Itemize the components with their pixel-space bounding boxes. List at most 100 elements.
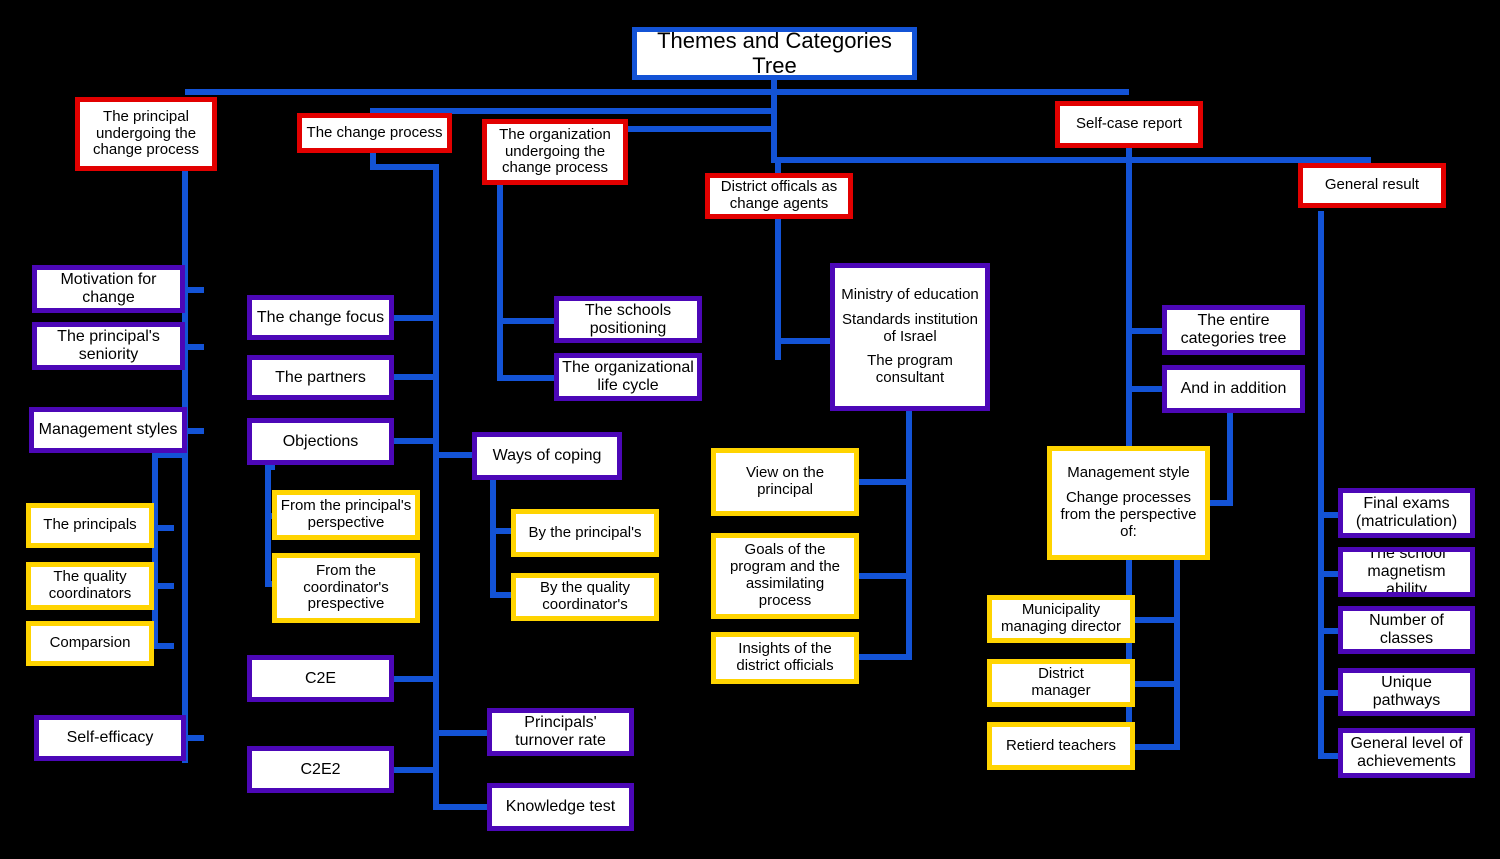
edge-cp-c2e <box>392 676 439 682</box>
number-of-classes-label: Number of classes <box>1369 612 1444 647</box>
theme-district-officials-label: District officals as change agents <box>720 178 838 212</box>
node-management-style-block[interactable]: Management style Change processes from t… <box>1047 446 1210 560</box>
node-general-level-of-achievements[interactable]: General level of achievements <box>1338 728 1475 778</box>
ministry-of-education-label: Ministry of education <box>841 286 979 303</box>
change-processes-perspective-label: Change processes from the perspective of… <box>1060 489 1197 540</box>
edge-objections-trunk <box>265 464 271 587</box>
node-root-title[interactable]: Themes and Categories Tree <box>632 27 917 80</box>
theme-change-process-label: The change process <box>306 123 443 141</box>
node-by-the-quality-coordinators[interactable]: By the quality coordinator's <box>511 573 659 621</box>
node-and-in-addition[interactable]: And in addition <box>1162 365 1305 413</box>
edge-cp-waysofcoping <box>433 452 473 458</box>
principals-seniority-label: The principal's seniority <box>57 328 160 363</box>
node-c2e[interactable]: C2E <box>247 655 394 702</box>
program-consultant-label: The program consultant <box>867 352 953 387</box>
node-theme-change-process[interactable]: The change process <box>297 113 452 153</box>
node-c2e2[interactable]: C2E2 <box>247 746 394 793</box>
from-principals-perspective-label: From the principal's perspective <box>280 497 412 531</box>
retierd-teachers-label: Retierd teachers <box>1005 736 1117 754</box>
node-quality-coordinators[interactable]: The quality coordinators <box>26 562 154 610</box>
node-schools-positioning[interactable]: The schools positioning <box>554 296 702 343</box>
final-exams-label: Final exams (matriculation) <box>1355 495 1458 530</box>
node-comparsion[interactable]: Comparsion <box>26 621 154 666</box>
node-knowledge-test[interactable]: Knowledge test <box>487 783 634 831</box>
node-unique-pathways[interactable]: Unique pathways <box>1338 668 1475 716</box>
theme-self-case-report-label: Self-case report <box>1076 115 1182 133</box>
node-retierd-teachers[interactable]: Retierd teachers <box>987 722 1135 770</box>
ways-of-coping-label: Ways of coping <box>492 447 602 465</box>
unique-pathways-label: Unique pathways <box>1372 674 1441 709</box>
edge-changeprocess-link <box>370 164 439 170</box>
edge-woc-trunk <box>490 528 496 598</box>
node-goals-of-the-program[interactable]: Goals of the program and the assimilatin… <box>711 533 859 619</box>
edge-sc-andinaddition <box>1126 386 1164 392</box>
node-from-principals-perspective[interactable]: From the principal's perspective <box>272 490 420 540</box>
node-insights-of-district-officials[interactable]: Insights of the district officials <box>711 632 859 684</box>
node-view-on-the-principal[interactable]: View on the principal <box>711 448 859 516</box>
edge-bus-district-general <box>771 157 1371 163</box>
node-theme-organization[interactable]: The organization undergoing the change p… <box>482 119 628 185</box>
node-objections[interactable]: Objections <box>247 418 394 465</box>
comparsion-label: Comparsion <box>49 634 131 652</box>
edge-principal-stem <box>182 171 188 763</box>
edge-mgmtstyle-stem <box>1174 560 1180 750</box>
edge-cp-partners <box>392 374 439 380</box>
edge-principal-seniority <box>182 344 204 350</box>
by-the-principals-label: By the principal's <box>528 523 642 541</box>
entire-categories-tree-label: The entire categories tree <box>1180 312 1287 347</box>
node-final-exams[interactable]: Final exams (matriculation) <box>1338 488 1475 538</box>
node-theme-self-case-report[interactable]: Self-case report <box>1055 101 1203 148</box>
node-by-the-principals[interactable]: By the principal's <box>511 509 659 557</box>
node-theme-district-officials[interactable]: District officals as change agents <box>705 173 853 219</box>
district-manager-line1-label: District <box>1038 665 1084 683</box>
edge-ministry-insights <box>858 654 912 660</box>
node-municipality-managing-director[interactable]: Municipality managing director <box>987 595 1135 643</box>
school-magnetism-ability-label: The school magnetism ability <box>1367 547 1446 597</box>
node-the-partners[interactable]: The partners <box>247 355 394 400</box>
node-motivation-for-change[interactable]: Motivation for change <box>32 265 185 313</box>
schools-positioning-label: The schools positioning <box>584 301 672 337</box>
by-the-quality-coordinators-label: By the quality coordinator's <box>539 579 631 613</box>
the-principals-label: The principals <box>43 516 137 534</box>
knowledge-test-label: Knowledge test <box>505 798 616 816</box>
edge-mgmt-principals <box>152 525 174 531</box>
node-theme-principal[interactable]: The principal undergoing the change proc… <box>75 97 217 171</box>
edge-bus-principal <box>185 89 775 95</box>
edge-mgmt-quality <box>152 583 174 589</box>
node-school-magnetism-ability[interactable]: The school magnetism ability <box>1338 547 1475 597</box>
from-coordinators-prespective-label: From the coordinator's prespective <box>303 561 389 613</box>
node-from-coordinators-prespective[interactable]: From the coordinator's prespective <box>272 553 420 623</box>
theme-general-result-label: General result <box>1324 176 1420 194</box>
edge-principal-motivation <box>182 287 204 293</box>
edge-district-ministry <box>775 338 833 344</box>
standards-institution-label: Standards institution of Israel <box>842 310 978 345</box>
node-organizational-life-cycle[interactable]: The organizational life cycle <box>554 353 702 401</box>
themes-and-categories-tree-diagram: Themes and Categories Tree The principal… <box>0 0 1500 859</box>
node-principals-seniority[interactable]: The principal's seniority <box>32 322 185 370</box>
edge-mgmtstyles-trunk <box>152 452 158 649</box>
edge-cp-changefocus <box>392 315 439 321</box>
node-management-styles[interactable]: Management styles <box>29 407 187 453</box>
root-label: Themes and Categories Tree <box>657 27 892 78</box>
edge-cp-objections <box>392 438 439 444</box>
node-ministry-block[interactable]: Ministry of education Standards institut… <box>830 263 990 411</box>
node-number-of-classes[interactable]: Number of classes <box>1338 606 1475 654</box>
node-principals-turnover-rate[interactable]: Principals' turnover rate <box>487 708 634 756</box>
theme-principal-label: The principal undergoing the change proc… <box>93 107 199 159</box>
node-the-principals[interactable]: The principals <box>26 503 154 548</box>
goals-of-the-program-label: Goals of the program and the assimilatin… <box>729 541 841 609</box>
node-district-manager[interactable]: District manager <box>987 659 1135 707</box>
node-entire-categories-tree[interactable]: The entire categories tree <box>1162 305 1305 355</box>
node-self-efficacy[interactable]: Self-efficacy <box>34 715 186 761</box>
edge-ministry-view <box>858 479 912 485</box>
node-ways-of-coping[interactable]: Ways of coping <box>472 432 622 480</box>
c2e-label: C2E <box>304 669 337 687</box>
edge-mgmtstyle-municipality <box>1134 617 1180 623</box>
node-theme-general-result[interactable]: General result <box>1298 163 1446 208</box>
edge-org-schools <box>497 318 555 324</box>
node-change-focus[interactable]: The change focus <box>247 295 394 340</box>
c2e2-label: C2E2 <box>300 760 341 778</box>
view-on-the-principal-label: View on the principal <box>745 464 825 498</box>
change-focus-label: The change focus <box>256 308 385 326</box>
quality-coordinators-label: The quality coordinators <box>48 568 132 602</box>
